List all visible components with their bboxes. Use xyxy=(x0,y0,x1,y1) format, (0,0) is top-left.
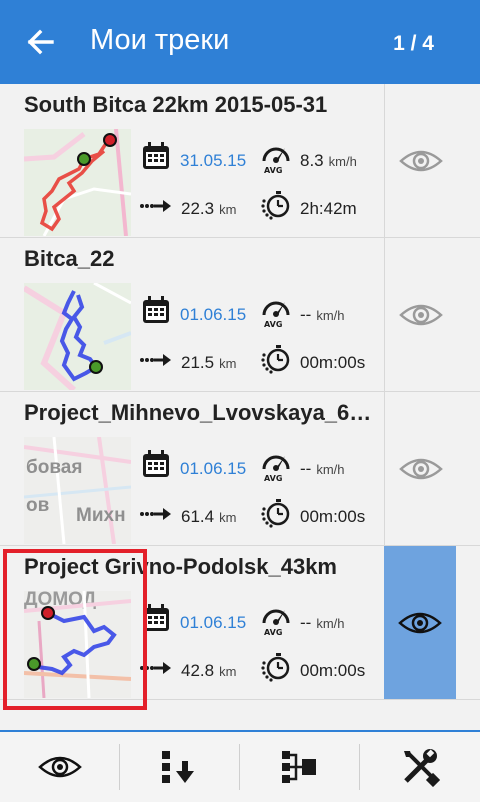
map-label: ов xyxy=(26,495,49,516)
arrow-left-icon xyxy=(27,29,54,55)
stopwatch-icon xyxy=(260,344,290,375)
track-map-thumbnail xyxy=(24,283,131,390)
eye-icon xyxy=(399,458,443,480)
calendar-icon xyxy=(143,604,169,631)
track-duration: 00m:00s xyxy=(300,353,366,372)
merge-tracks-icon xyxy=(281,751,316,783)
track-date: 01.06.15 xyxy=(180,459,247,478)
track-distance: 61.4 km xyxy=(181,507,237,526)
track-name: South Bitca 22km 2015-05-31 xyxy=(24,92,328,117)
track-avg-speed: 8.3 km/h xyxy=(300,151,357,170)
calendar-icon xyxy=(143,450,169,477)
track-map-thumbnail: бовая ов Михн xyxy=(24,437,131,544)
distance-arrow-icon xyxy=(140,662,171,674)
eye-icon xyxy=(399,150,443,172)
track-date: 01.06.15 xyxy=(180,613,247,632)
visibility-toggle[interactable] xyxy=(384,84,457,237)
show-all-button[interactable] xyxy=(0,732,119,802)
track-duration: 00m:00s xyxy=(300,661,366,680)
map-label: Михн xyxy=(76,505,126,526)
track-map-thumbnail: ДОМОД xyxy=(24,591,131,698)
track-distance: 42.8 km xyxy=(181,661,237,680)
app-bar: Мои треки 1 / 4 xyxy=(0,0,480,84)
avg-speedometer-icon: AVG xyxy=(262,300,290,328)
svg-text:AVG: AVG xyxy=(264,628,282,636)
track-item[interactable]: Project_Mihnevo_Lvovskaya_6… бовая ов Ми… xyxy=(0,392,480,546)
back-button[interactable] xyxy=(22,22,66,62)
sort-icon xyxy=(161,751,194,783)
sort-button[interactable] xyxy=(120,732,239,802)
calendar-icon xyxy=(143,142,169,169)
distance-arrow-icon xyxy=(140,508,171,520)
tools-icon xyxy=(403,749,440,787)
eye-icon xyxy=(38,756,81,778)
stopwatch-icon xyxy=(260,652,290,683)
track-avg-speed: -- km/h xyxy=(300,459,345,478)
track-list: South Bitca 22km 2015-05-31 31.05.15 AVG… xyxy=(0,84,480,730)
tools-button[interactable] xyxy=(360,732,479,802)
eye-icon xyxy=(399,304,443,326)
track-distance: 21.5 km xyxy=(181,353,237,372)
visibility-toggle[interactable] xyxy=(384,392,457,545)
track-item[interactable]: Bitca_22 01.06.15 AVG -- km/h 21.5 km 00m:… xyxy=(0,238,480,392)
page-title: Мои треки xyxy=(90,24,230,56)
avg-speedometer-icon: AVG xyxy=(262,146,290,174)
track-distance: 22.3 km xyxy=(181,199,237,218)
track-duration: 2h:42m xyxy=(300,199,357,218)
track-name: Project Grivno-Podolsk_43km xyxy=(24,554,337,579)
bottom-toolbar xyxy=(0,730,480,802)
track-duration: 00m:00s xyxy=(300,507,366,526)
map-label: бовая xyxy=(26,457,82,478)
page-indicator: 1 / 4 xyxy=(393,32,434,55)
avg-speedometer-icon: AVG xyxy=(262,608,290,636)
eye-icon xyxy=(398,612,442,634)
stopwatch-icon xyxy=(260,498,290,529)
visibility-toggle[interactable] xyxy=(384,546,456,699)
svg-text:AVG: AVG xyxy=(264,320,282,328)
visibility-toggle[interactable] xyxy=(384,238,457,391)
track-item[interactable]: South Bitca 22km 2015-05-31 31.05.15 AVG… xyxy=(0,84,480,238)
svg-text:AVG: AVG xyxy=(264,474,282,482)
avg-speedometer-icon: AVG xyxy=(262,454,290,482)
track-date: 31.05.15 xyxy=(180,151,247,170)
track-name: Bitca_22 xyxy=(24,246,115,271)
calendar-icon xyxy=(143,296,169,323)
merge-button[interactable] xyxy=(240,732,359,802)
track-date: 01.06.15 xyxy=(180,305,247,324)
track-avg-speed: -- km/h xyxy=(300,613,345,632)
track-map-thumbnail xyxy=(24,129,131,236)
svg-text:AVG: AVG xyxy=(264,166,282,174)
distance-arrow-icon xyxy=(140,354,171,366)
track-name: Project_Mihnevo_Lvovskaya_6… xyxy=(24,400,372,425)
distance-arrow-icon xyxy=(140,200,171,212)
track-item[interactable]: Project Grivno-Podolsk_43km ДОМОД 01.06.… xyxy=(0,546,480,700)
track-avg-speed: -- km/h xyxy=(300,305,345,324)
stopwatch-icon xyxy=(260,190,290,221)
